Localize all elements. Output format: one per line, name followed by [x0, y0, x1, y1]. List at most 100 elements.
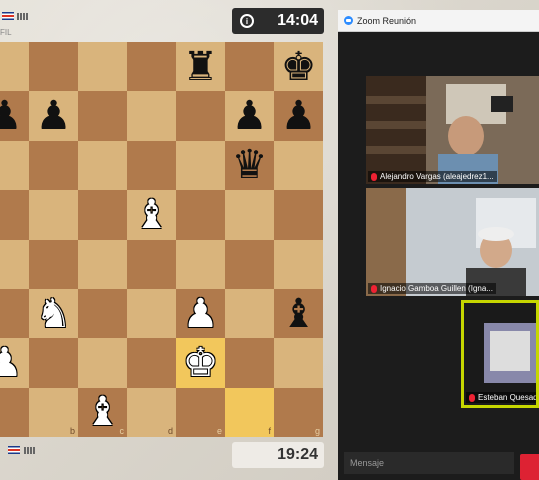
white-bishop-icon[interactable]: ♝: [134, 195, 170, 235]
file-label: g: [314, 426, 320, 437]
square-d6[interactable]: [127, 140, 176, 191]
zoom-meeting-panel: Zoom Reunión Alejandro Vargas (aleajedre…: [338, 10, 539, 480]
square-e1[interactable]: e: [176, 387, 225, 438]
square-e2[interactable]: ♚: [176, 338, 225, 388]
participant-name: Ignacio Gamboa Guillen (Igna...: [380, 284, 493, 293]
message-placeholder: Mensaje: [350, 458, 385, 468]
square-c5[interactable]: [78, 190, 127, 240]
square-a2[interactable]: ♟: [0, 338, 29, 388]
square-e4[interactable]: [176, 239, 225, 289]
file-label: c: [119, 426, 125, 437]
participant-video-1: [366, 76, 539, 184]
top-clock: i 14:04: [232, 8, 324, 34]
white-bishop-icon[interactable]: ♝: [85, 392, 121, 432]
white-pawn-icon[interactable]: ♟: [0, 343, 22, 383]
square-c6[interactable]: [78, 140, 127, 191]
square-f8[interactable]: [225, 42, 274, 92]
bottom-clock: 19:24: [232, 442, 324, 468]
file-label: e: [216, 426, 222, 437]
square-b3[interactable]: ♞: [29, 288, 78, 339]
square-b2[interactable]: [29, 338, 78, 388]
signal-bars-icon: [17, 13, 28, 20]
black-rook-icon[interactable]: ♜: [183, 47, 219, 87]
square-c2[interactable]: [78, 338, 127, 388]
square-d5[interactable]: ♝: [127, 190, 176, 240]
square-b5[interactable]: [29, 190, 78, 240]
zoom-camera-icon: [344, 16, 353, 25]
square-f5[interactable]: [225, 190, 274, 240]
square-g3[interactable]: ♝: [274, 288, 323, 339]
square-f6[interactable]: ♛: [225, 140, 274, 191]
file-label: f: [268, 426, 271, 437]
square-b1[interactable]: b: [29, 387, 78, 438]
square-c3[interactable]: [78, 288, 127, 339]
square-g6[interactable]: [274, 140, 323, 191]
square-f2[interactable]: [225, 338, 274, 388]
square-c7[interactable]: [78, 91, 127, 141]
square-c8[interactable]: [78, 42, 127, 92]
square-a1[interactable]: [0, 387, 29, 438]
square-e5[interactable]: [176, 190, 225, 240]
square-g8[interactable]: ♚: [274, 42, 323, 92]
black-pawn-icon[interactable]: ♟: [232, 96, 268, 136]
square-a3[interactable]: [0, 288, 29, 339]
square-f3[interactable]: [225, 288, 274, 339]
leave-button[interactable]: [520, 454, 539, 480]
participant-name: Esteban Quesada: [478, 393, 539, 402]
chess-board[interactable]: ♜ ♚ ♟ ♟ ♟ ♟ ♛ ♝ ♞ ♟ ♝ ♟ ♚ b ♝ c d e f g: [0, 42, 325, 438]
black-pawn-icon[interactable]: ♟: [36, 96, 72, 136]
zoom-title-bar[interactable]: Zoom Reunión: [338, 10, 539, 32]
file-label: b: [69, 426, 75, 437]
square-g1[interactable]: g: [274, 387, 323, 438]
mic-muted-icon: [469, 393, 475, 402]
participant-video-3: [464, 303, 536, 405]
square-d3[interactable]: [127, 288, 176, 339]
square-a4[interactable]: [0, 239, 29, 289]
square-b6[interactable]: [29, 140, 78, 191]
square-b8[interactable]: [29, 42, 78, 92]
square-b7[interactable]: ♟: [29, 91, 78, 141]
black-king-icon[interactable]: ♚: [281, 47, 317, 87]
square-f4[interactable]: [225, 239, 274, 289]
bottom-clock-time: 19:24: [277, 446, 318, 463]
square-c1[interactable]: ♝ c: [78, 387, 127, 438]
white-knight-icon[interactable]: ♞: [36, 294, 72, 334]
square-d1[interactable]: d: [127, 387, 176, 438]
square-a5[interactable]: [0, 190, 29, 240]
square-d7[interactable]: [127, 91, 176, 141]
square-c4[interactable]: [78, 239, 127, 289]
mic-muted-icon: [371, 284, 377, 293]
square-e3[interactable]: ♟: [176, 288, 225, 339]
square-a7[interactable]: ♟: [0, 91, 29, 141]
participant-video-tile[interactable]: Alejandro Vargas (aleajedrez1...: [366, 76, 539, 184]
participant-name-tag: Alejandro Vargas (aleajedrez1...: [368, 171, 497, 182]
square-g2[interactable]: [274, 338, 323, 388]
message-input[interactable]: Mensaje: [344, 452, 514, 474]
participant-video-tile[interactable]: Ignacio Gamboa Guillen (Igna...: [366, 188, 539, 296]
square-d4[interactable]: [127, 239, 176, 289]
black-queen-icon[interactable]: ♛: [232, 145, 268, 185]
square-a6[interactable]: [0, 140, 29, 191]
zoom-window-title: Zoom Reunión: [357, 15, 417, 26]
costa-rica-flag-icon: [8, 446, 20, 454]
square-f7[interactable]: ♟: [225, 91, 274, 141]
black-bishop-icon[interactable]: ♝: [281, 294, 317, 334]
square-e8[interactable]: ♜: [176, 42, 225, 92]
square-d8[interactable]: [127, 42, 176, 92]
square-f1[interactable]: f: [225, 387, 274, 438]
square-a8[interactable]: [0, 42, 29, 92]
white-king-icon[interactable]: ♚: [183, 343, 219, 383]
square-e7[interactable]: [176, 91, 225, 141]
square-g4[interactable]: [274, 239, 323, 289]
square-g7[interactable]: ♟: [274, 91, 323, 141]
black-pawn-icon[interactable]: ♟: [0, 96, 22, 136]
participant-video-tile-active[interactable]: Esteban Quesada: [461, 300, 539, 408]
black-pawn-icon[interactable]: ♟: [281, 96, 317, 136]
square-d2[interactable]: [127, 338, 176, 388]
white-pawn-icon[interactable]: ♟: [183, 294, 219, 334]
participant-video-2: [366, 188, 539, 296]
square-g5[interactable]: [274, 190, 323, 240]
file-label: d: [167, 426, 173, 437]
square-b4[interactable]: [29, 239, 78, 289]
square-e6[interactable]: [176, 140, 225, 191]
